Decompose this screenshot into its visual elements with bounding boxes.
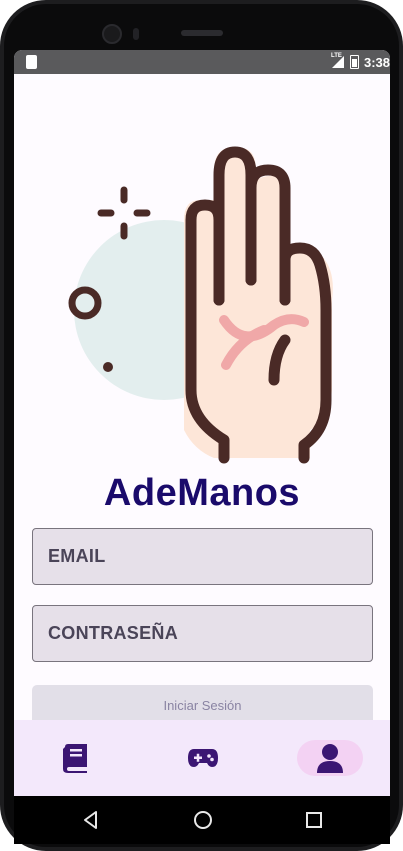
nav-item-profile[interactable] <box>297 740 363 776</box>
status-time: 3:38 <box>363 54 390 70</box>
earpiece-speaker <box>181 30 223 36</box>
email-placeholder: EMAIL <box>48 546 106 566</box>
sd-card-icon <box>26 55 37 69</box>
signal-icon: LTE <box>331 53 345 69</box>
nav-item-learn[interactable] <box>42 740 108 776</box>
bottom-navigation <box>14 720 390 796</box>
home-icon[interactable] <box>193 810 213 830</box>
hand-shape <box>184 146 333 464</box>
password-field[interactable]: CONTRASEÑA <box>32 605 373 662</box>
system-navigation-bar <box>14 796 390 844</box>
front-camera <box>102 24 122 44</box>
email-field[interactable]: EMAIL <box>32 528 373 585</box>
status-bar: LTE 3:38 <box>14 50 390 74</box>
login-button-label: Iniciar Sesión <box>163 697 242 713</box>
battery-icon <box>349 55 359 69</box>
person-icon <box>317 744 343 773</box>
password-placeholder: CONTRASEÑA <box>48 623 179 643</box>
proximity-sensor <box>133 28 139 40</box>
login-button[interactable]: Iniciar Sesión <box>32 685 373 725</box>
app-title: AdeManos <box>103 472 301 514</box>
status-icons: LTE 3:38 <box>331 50 390 74</box>
raised-hand-illustration <box>68 146 333 464</box>
recent-apps-icon[interactable] <box>306 812 322 828</box>
back-icon[interactable] <box>81 810 101 830</box>
gamepad-icon <box>188 749 218 767</box>
dot-decoration <box>103 362 113 372</box>
nav-item-games[interactable] <box>170 740 236 776</box>
app-screen: LTE 3:38 AdeManos EMAIL CONTRASEÑA Inici… <box>14 50 390 796</box>
book-icon <box>63 744 87 773</box>
